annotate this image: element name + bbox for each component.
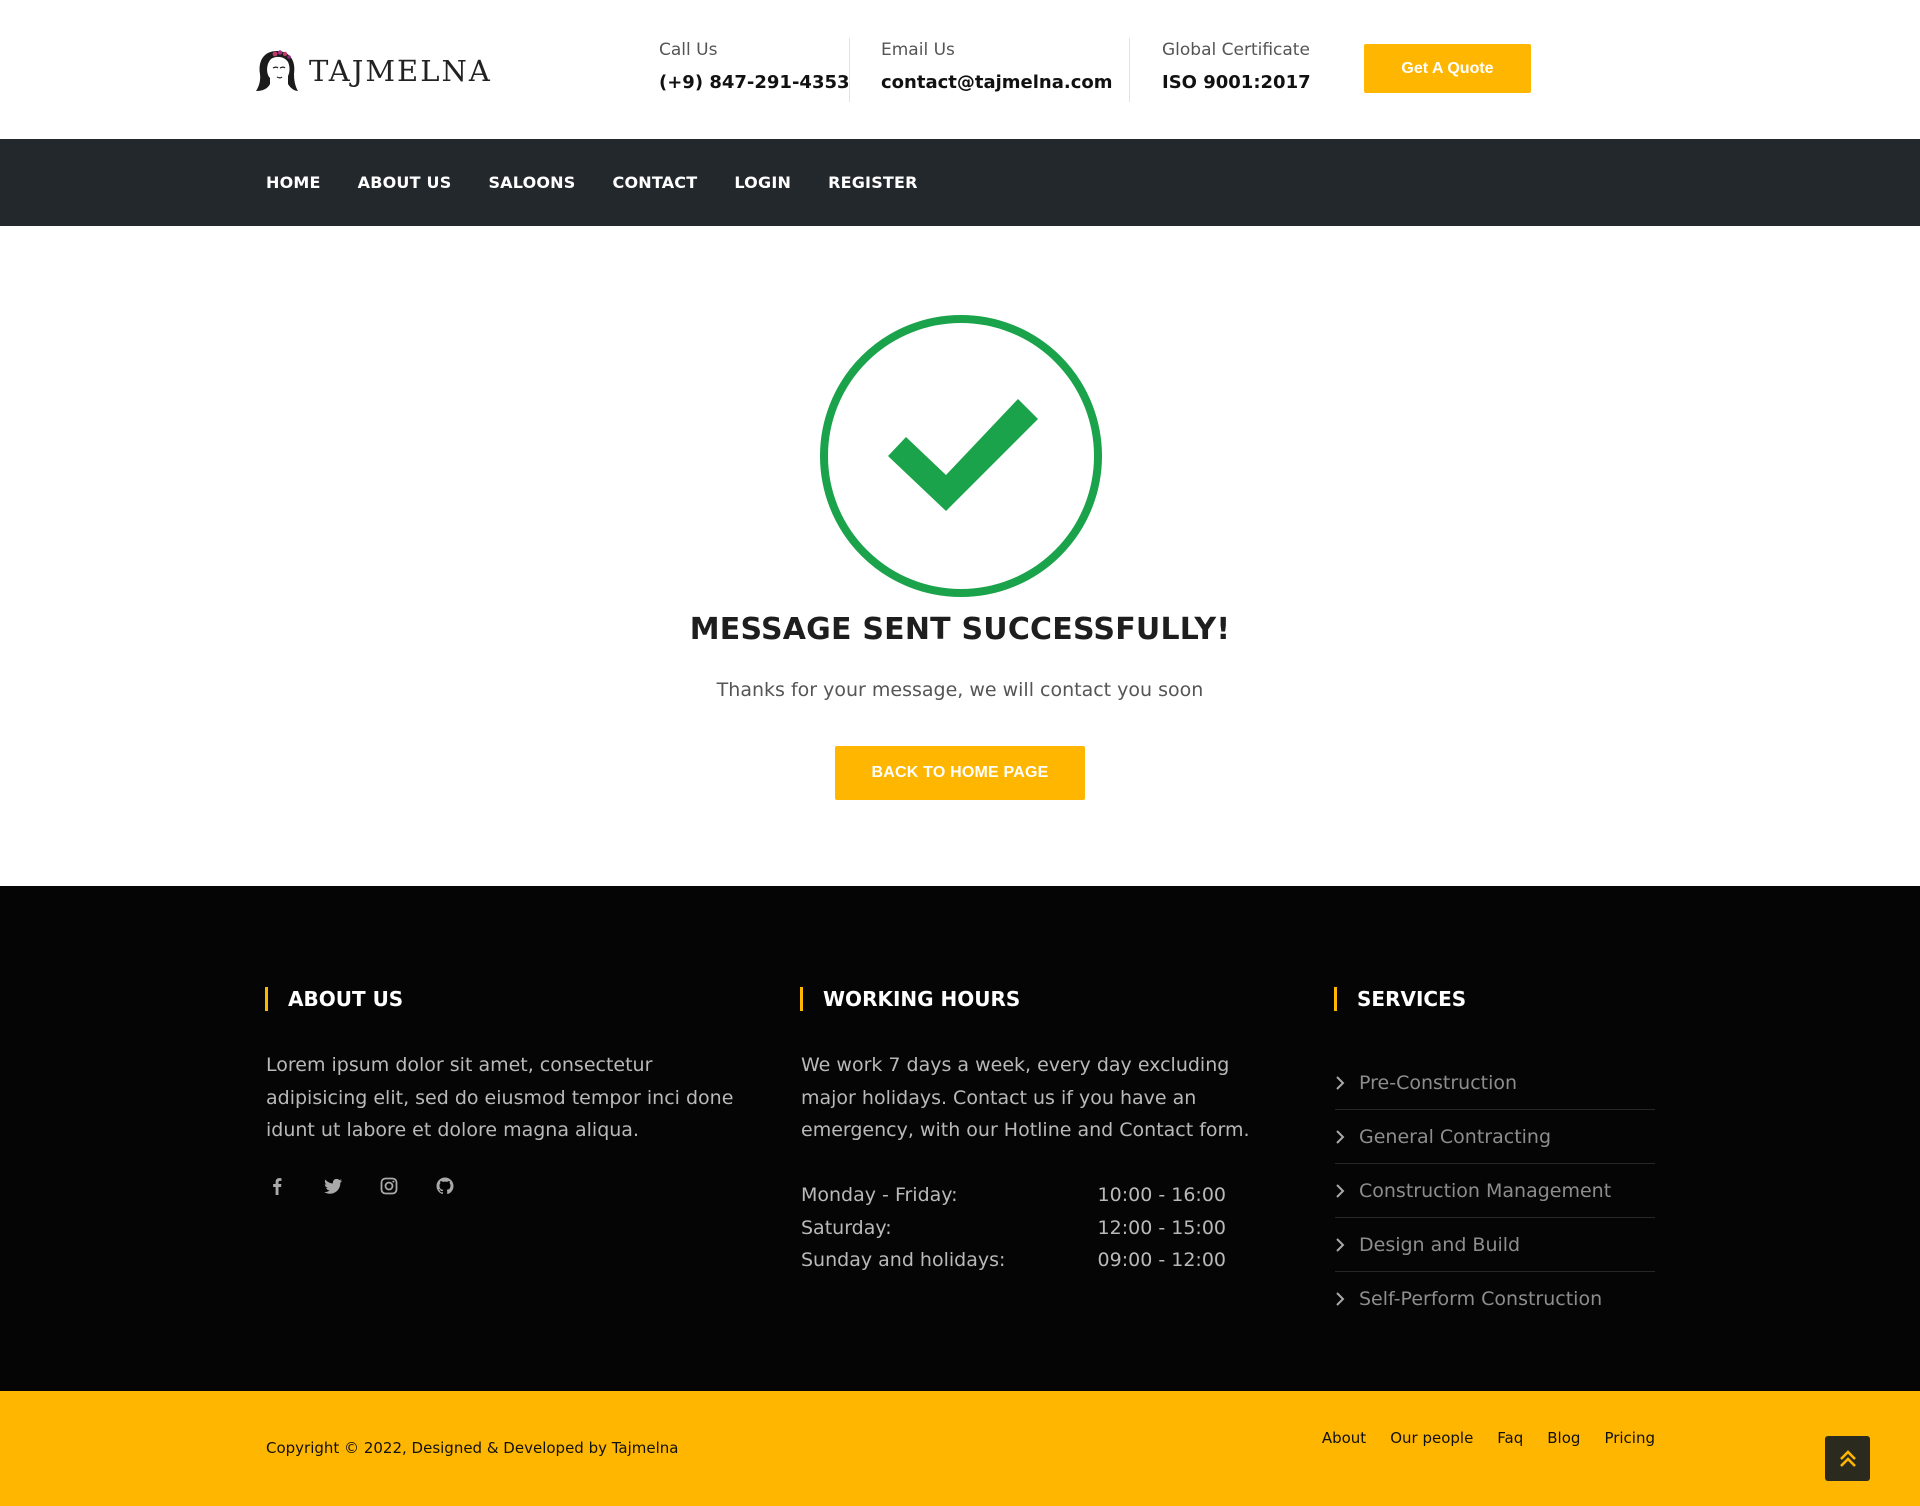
about-line: idunt ut labore et dolore magna aliqua.	[266, 1119, 639, 1141]
about-line: adipisicing elit, sed do eiusmod tempor …	[266, 1086, 734, 1109]
bottom-link-faq[interactable]: Faq	[1497, 1429, 1523, 1447]
service-label: General Contracting	[1359, 1125, 1552, 1148]
certificate-block: Global Certificate ISO 9001:2017	[1162, 38, 1311, 95]
call-us-label: Call Us	[659, 40, 718, 60]
service-label: Pre-Construction	[1359, 1071, 1518, 1094]
page-title: MESSAGE SENT SUCCESSFULLY!	[689, 612, 1231, 647]
service-item-pre-construction[interactable]: Pre-Construction	[1335, 1056, 1655, 1110]
certificate-value: ISO 9001:2017	[1162, 72, 1311, 93]
nav-item-login[interactable]: LOGIN	[734, 173, 791, 192]
call-us-block: Call Us (+9) 847-291-4353	[659, 38, 850, 95]
facebook-icon[interactable]	[266, 1175, 288, 1197]
footer-services-title: SERVICES	[1334, 987, 1466, 1011]
service-item-design-and-build[interactable]: Design and Build	[1335, 1218, 1655, 1272]
main-nav: HOME ABOUT US SALOONS CONTACT LOGIN REGI…	[0, 139, 1920, 226]
service-label: Design and Build	[1359, 1233, 1521, 1256]
email-us-label: Email Us	[881, 40, 955, 60]
hours-time: 09:00 - 12:00	[1097, 1249, 1226, 1271]
footer: ABOUT US Lorem ipsum dolor sit amet, con…	[0, 886, 1920, 1391]
bottom-link-blog[interactable]: Blog	[1547, 1429, 1580, 1447]
footer-hours-title: WORKING HOURS	[800, 987, 1020, 1011]
bottom-link-our-people[interactable]: Our people	[1390, 1429, 1473, 1447]
nav-item-contact[interactable]: CONTACT	[613, 173, 698, 192]
about-line: Lorem ipsum dolor sit amet, consectetur	[266, 1054, 653, 1076]
back-to-top-button[interactable]	[1825, 1436, 1870, 1481]
back-to-home-button[interactable]: BACK TO HOME PAGE	[835, 746, 1085, 800]
social-links	[266, 1175, 490, 1197]
chevron-right-icon	[1335, 1129, 1347, 1145]
instagram-icon[interactable]	[378, 1175, 400, 1197]
chevron-right-icon	[1335, 1183, 1347, 1199]
copyright-bar: Copyright © 2022, Designed & Developed b…	[0, 1391, 1920, 1506]
certificate-label: Global Certificate	[1162, 40, 1310, 60]
bottom-link-about[interactable]: About	[1322, 1429, 1366, 1447]
hours-row: Monday - Friday: 10:00 - 16:00	[801, 1179, 1226, 1212]
nav-item-register[interactable]: REGISTER	[828, 173, 918, 192]
service-item-general-contracting[interactable]: General Contracting	[1335, 1110, 1655, 1164]
hours-day: Sunday and holidays:	[801, 1249, 1006, 1271]
service-label: Construction Management	[1359, 1179, 1612, 1202]
top-header: TAJMELNA Call Us (+9) 847-291-4353 Email…	[0, 0, 1920, 139]
logo[interactable]: TAJMELNA	[255, 46, 492, 96]
hours-row: Saturday: 12:00 - 15:00	[801, 1212, 1226, 1245]
services-list: Pre-Construction General Contracting Con…	[1335, 1056, 1655, 1326]
success-message: Thanks for your message, we will contact…	[716, 679, 1204, 701]
hours-line: major holidays. Contact us if you have a…	[801, 1086, 1197, 1109]
hours-time: 10:00 - 16:00	[1097, 1184, 1226, 1206]
email-us-block: Email Us contact@tajmelna.com	[881, 38, 1113, 95]
copyright-text: Copyright © 2022, Designed & Developed b…	[266, 1439, 679, 1457]
bottom-links: About Our people Faq Blog Pricing	[1298, 1429, 1655, 1447]
hours-day: Monday - Friday:	[801, 1184, 958, 1206]
nav-item-home[interactable]: HOME	[266, 173, 321, 192]
header-divider	[1129, 38, 1130, 102]
chevron-right-icon	[1335, 1075, 1347, 1091]
hours-day: Saturday:	[801, 1216, 892, 1239]
check-circle-icon	[820, 315, 1102, 597]
service-label: Self-Perform Construction	[1359, 1288, 1603, 1310]
woman-face-logo-icon	[256, 50, 298, 91]
phone-number[interactable]: (+9) 847-291-4353	[659, 71, 850, 95]
chevron-right-icon	[1335, 1291, 1347, 1307]
github-icon[interactable]	[434, 1175, 456, 1197]
footer-about-text: Lorem ipsum dolor sit amet, consectetur …	[266, 1049, 733, 1147]
nav-item-saloons[interactable]: SALOONS	[488, 173, 575, 192]
footer-hours-text: We work 7 days a week, every day excludi…	[801, 1049, 1250, 1147]
email-address[interactable]: contact@tajmelna.com	[881, 71, 1113, 95]
service-item-self-perform-construction[interactable]: Self-Perform Construction	[1335, 1272, 1655, 1326]
nav-item-about-us[interactable]: ABOUT US	[358, 173, 452, 192]
hours-line: We work 7 days a week, every day excludi…	[801, 1054, 1230, 1076]
hours-row: Sunday and holidays: 09:00 - 12:00	[801, 1244, 1226, 1277]
hours-time: 12:00 - 15:00	[1097, 1216, 1226, 1239]
get-a-quote-button[interactable]: Get A Quote	[1364, 44, 1531, 93]
brand-name: TAJMELNA	[309, 54, 492, 88]
working-hours-table: Monday - Friday: 10:00 - 16:00 Saturday:…	[801, 1179, 1226, 1277]
header-divider	[849, 38, 850, 102]
hours-line: emergency, with our Hotline and Contact …	[801, 1119, 1250, 1141]
twitter-icon[interactable]	[322, 1175, 344, 1197]
footer-about-title: ABOUT US	[265, 987, 403, 1011]
double-chevron-up-icon	[1839, 1449, 1856, 1467]
service-item-construction-management[interactable]: Construction Management	[1335, 1164, 1655, 1218]
chevron-right-icon	[1335, 1237, 1347, 1253]
bottom-link-pricing[interactable]: Pricing	[1604, 1429, 1655, 1447]
